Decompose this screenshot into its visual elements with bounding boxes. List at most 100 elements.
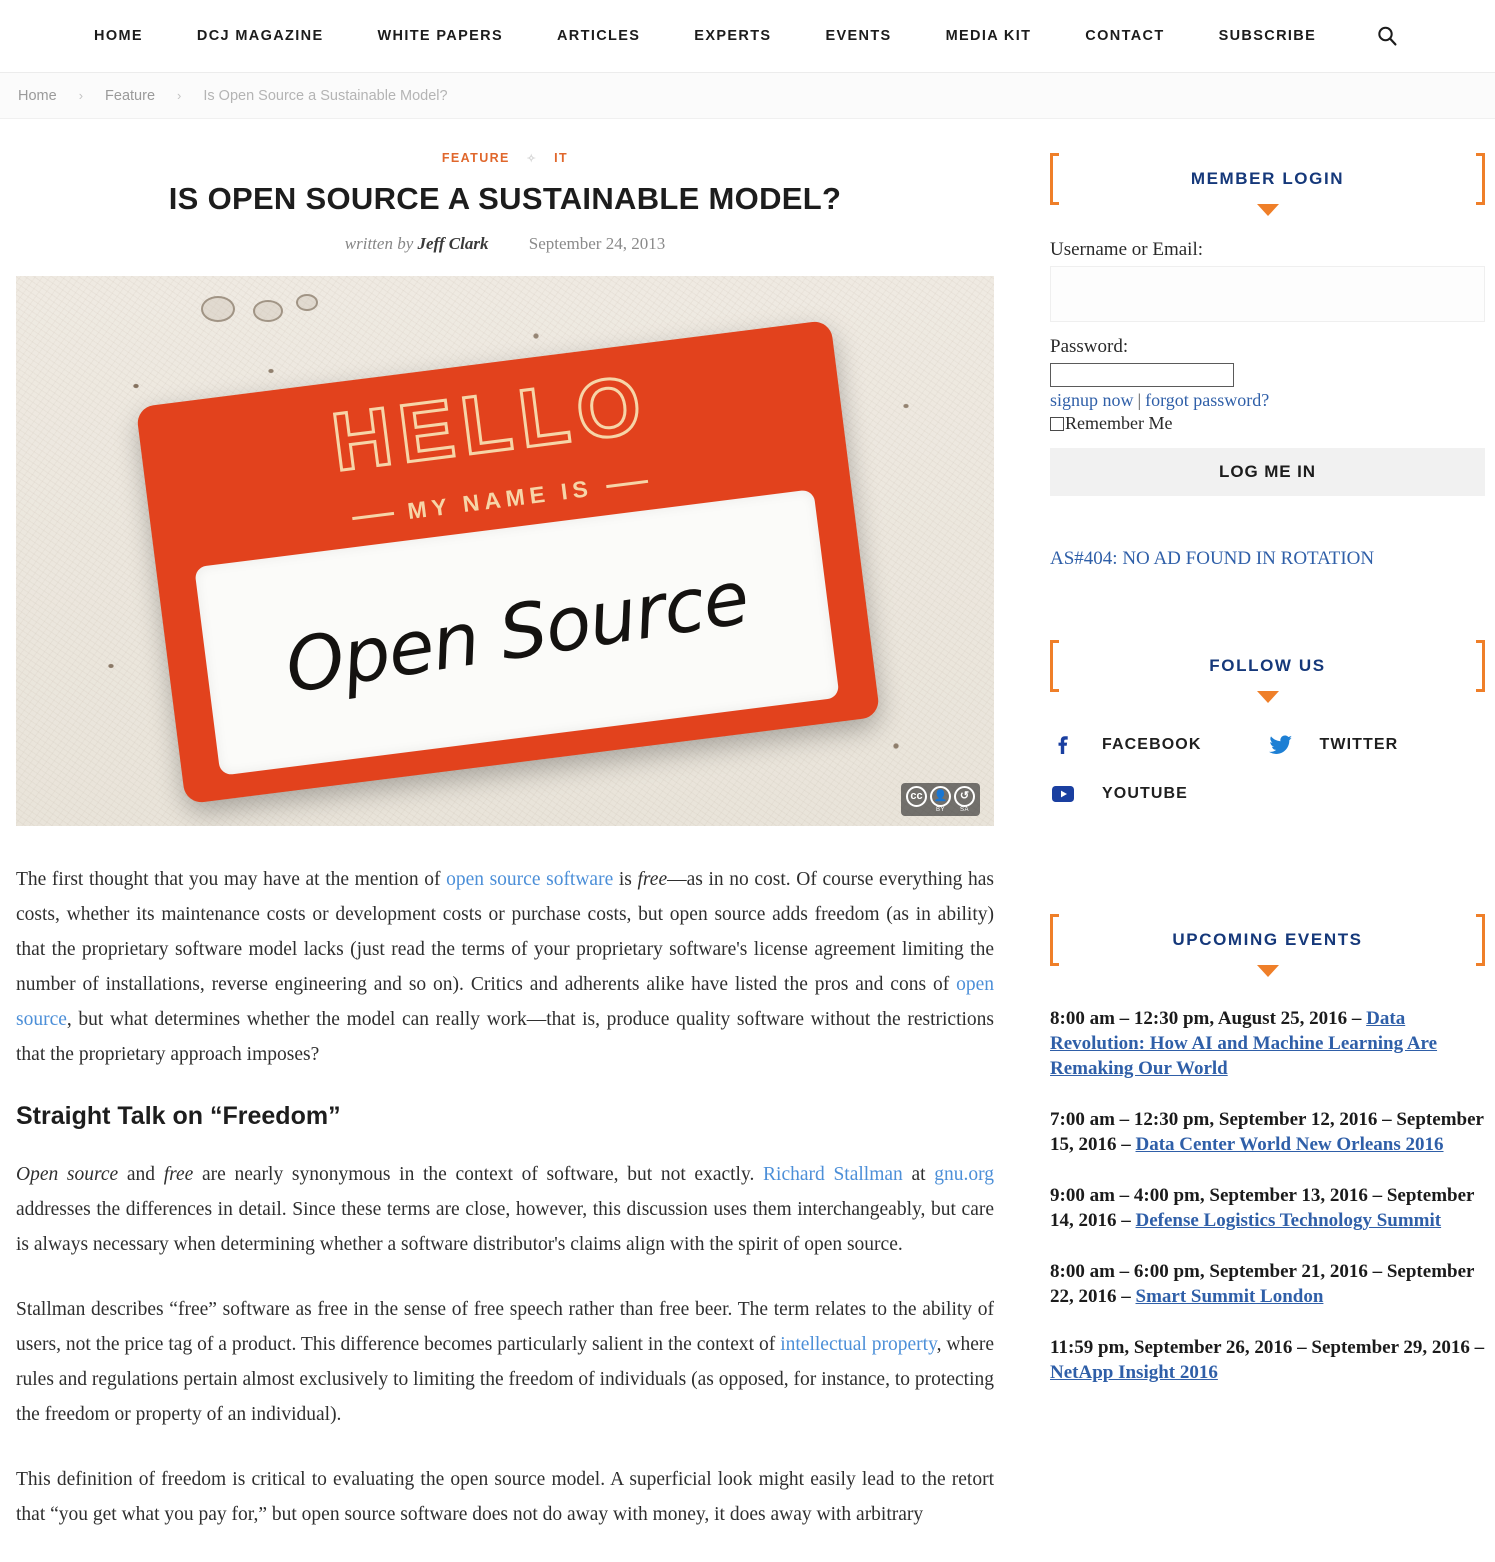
cc-by-label: BY	[935, 807, 945, 813]
nav-item-home[interactable]: HOME	[94, 28, 143, 44]
twitter-label: TWITTER	[1319, 736, 1399, 753]
p2-text-c: at	[902, 1164, 935, 1185]
category-it[interactable]: IT	[554, 151, 568, 165]
breadcrumb-feature[interactable]: Feature	[105, 88, 155, 104]
page-title: IS OPEN SOURCE A SUSTAINABLE MODEL?	[168, 181, 842, 216]
author-name[interactable]: Jeff Clark	[418, 234, 489, 253]
link-gnu-org[interactable]: gnu.org	[934, 1164, 994, 1185]
member-login-arrow-icon	[1256, 204, 1279, 216]
article-category-line: FEATURE ✧ IT	[16, 151, 994, 165]
list-item: 8:00 am – 6:00 pm, September 21, 2016 – …	[1050, 1259, 1485, 1309]
twitter-icon	[1268, 734, 1294, 756]
youtube-label: YOUTUBE	[1102, 785, 1188, 802]
nav-item-experts[interactable]: EXPERTS	[694, 28, 771, 44]
list-item: 11:59 pm, September 26, 2016 – September…	[1050, 1335, 1485, 1385]
event-5-when: 11:59 pm, September 26, 2016 – September…	[1050, 1337, 1485, 1358]
list-item: 9:00 am – 4:00 pm, September 13, 2016 – …	[1050, 1183, 1485, 1233]
p1-text-b: is	[613, 869, 638, 890]
link-richard-stallman[interactable]: Richard Stallman	[763, 1164, 903, 1185]
diamond-separator-icon: ✧	[526, 153, 538, 165]
nav-item-dcj-magazine[interactable]: DCJ MAGAZINE	[197, 28, 324, 44]
article-column: FEATURE ✧ IT IS OPEN SOURCE A SUSTAINABL…	[0, 119, 1010, 1562]
sidebar: MEMBER LOGIN Username or Email: Password…	[1010, 119, 1495, 1562]
follow-us-title: FOLLOW US	[1209, 656, 1326, 675]
member-login-heading-inner: MEMBER LOGIN	[1059, 153, 1476, 205]
article-hero-image: HELLO MY NAME IS Open Source cc . 👤 BY	[16, 276, 994, 826]
follow-us-heading-box: FOLLOW US	[1050, 640, 1485, 692]
social-link-youtube[interactable]: YOUTUBE	[1050, 784, 1268, 804]
nav-item-articles[interactable]: ARTICLES	[557, 28, 640, 44]
member-login-heading-box: MEMBER LOGIN	[1050, 153, 1485, 205]
breadcrumb-home[interactable]: Home	[18, 88, 57, 104]
log-me-in-button[interactable]: LOG ME IN	[1050, 448, 1485, 496]
section-heading-freedom: Straight Talk on “Freedom”	[16, 1102, 341, 1130]
social-link-facebook[interactable]: FACEBOOK	[1050, 734, 1268, 756]
list-item: 8:00 am – 12:30 pm, August 25, 2016 – Da…	[1050, 1006, 1485, 1081]
p1-text-d: , but what determines whether the model …	[16, 1009, 994, 1065]
nav-item-contact[interactable]: CONTACT	[1085, 28, 1164, 44]
sticker-rule-right	[606, 479, 649, 489]
username-label: Username or Email:	[1050, 239, 1204, 260]
widget-upcoming-events: UPCOMING EVENTS 8:00 am – 12:30 pm, Augu…	[1050, 914, 1485, 1385]
paragraph-1: The first thought that you may have at t…	[16, 862, 994, 1072]
remember-me-label: Remember Me	[1065, 413, 1173, 433]
article-body: The first thought that you may have at t…	[16, 862, 994, 1532]
list-item: 7:00 am – 12:30 pm, September 12, 2016 –…	[1050, 1107, 1485, 1157]
p2-em-open-source: Open source	[16, 1164, 119, 1185]
top-navigation-bar: HOME DCJ MAGAZINE WHITE PAPERS ARTICLES …	[0, 0, 1495, 73]
widget-member-login: MEMBER LOGIN Username or Email: Password…	[1050, 153, 1485, 496]
remember-me-checkbox[interactable]	[1050, 416, 1064, 431]
nav-item-events[interactable]: EVENTS	[825, 28, 891, 44]
cc-sa-label: SA	[959, 807, 969, 813]
follow-us-arrow-icon	[1256, 691, 1279, 703]
written-by-label: written by	[344, 234, 414, 253]
youtube-icon	[1050, 784, 1076, 804]
username-input[interactable]	[1050, 266, 1485, 322]
breadcrumb-separator-icon-2: ›	[177, 88, 182, 103]
ad-rotation-notice[interactable]: AS#404: NO AD FOUND IN ROTATION	[1050, 548, 1485, 570]
widget-follow-us: FOLLOW US FACEBOOK TWITTER YOUTUBE	[1050, 640, 1485, 804]
creative-commons-badge: cc . 👤 BY ↺ SA	[901, 783, 980, 816]
facebook-icon	[1050, 734, 1076, 756]
p2-text-a: and	[118, 1164, 164, 1185]
sticker-rule-left	[351, 511, 395, 521]
sticker-myname-text: MY NAME IS	[406, 474, 595, 525]
search-icon	[1378, 26, 1397, 46]
nav-item-white-papers[interactable]: WHITE PAPERS	[377, 28, 503, 44]
events-list: 8:00 am – 12:30 pm, August 25, 2016 – Da…	[1050, 1006, 1485, 1385]
paragraph-2: Open source and free are nearly synonymo…	[16, 1157, 994, 1262]
paragraph-3: Stallman describes “free” software as fr…	[16, 1292, 994, 1432]
event-5-link[interactable]: NetApp Insight 2016	[1050, 1362, 1218, 1383]
upcoming-events-title: UPCOMING EVENTS	[1172, 930, 1363, 949]
search-button[interactable]	[1376, 25, 1398, 47]
cc-by-icon: 👤	[930, 786, 951, 807]
password-label: Password:	[1050, 336, 1129, 357]
forgot-password-link[interactable]: forgot password?	[1145, 390, 1269, 410]
signup-now-link[interactable]: signup now	[1050, 390, 1134, 410]
link-open-source-software[interactable]: open source software	[446, 869, 613, 890]
event-4-link[interactable]: Smart Summit London	[1136, 1286, 1324, 1307]
breadcrumb-separator-icon: ›	[78, 88, 84, 103]
event-3-link[interactable]: Defense Logistics Technology Summit	[1136, 1210, 1442, 1231]
publish-date: September 24, 2013	[528, 234, 666, 253]
byline: written by Jeff Clark September 24, 2013	[16, 234, 994, 254]
link-divider: |	[1137, 390, 1142, 410]
remember-me-row[interactable]: Remember Me	[1050, 413, 1485, 434]
social-link-twitter[interactable]: TWITTER	[1268, 734, 1486, 756]
p2-text-b: are nearly synonymous in the context of …	[193, 1164, 764, 1185]
p2-text-d: addresses the differences in detail. Sin…	[16, 1199, 994, 1255]
event-2-link[interactable]: Data Center World New Orleans 2016	[1136, 1134, 1444, 1155]
event-1-when: 8:00 am – 12:30 pm, August 25, 2016 –	[1050, 1008, 1367, 1029]
follow-us-heading-inner: FOLLOW US	[1059, 640, 1476, 692]
nav-item-subscribe[interactable]: SUBSCRIBE	[1219, 28, 1317, 44]
member-login-title: MEMBER LOGIN	[1190, 169, 1345, 188]
login-form: Username or Email: Password: signup now |…	[1050, 217, 1485, 496]
category-feature[interactable]: FEATURE	[442, 151, 510, 165]
page-layout: FEATURE ✧ IT IS OPEN SOURCE A SUSTAINABL…	[0, 119, 1495, 1562]
social-links-grid: FACEBOOK TWITTER YOUTUBE	[1050, 734, 1485, 804]
upcoming-events-heading-box: UPCOMING EVENTS	[1050, 914, 1485, 966]
nav-item-media-kit[interactable]: MEDIA KIT	[946, 28, 1032, 44]
link-intellectual-property[interactable]: intellectual property	[780, 1334, 936, 1355]
upcoming-events-heading-inner: UPCOMING EVENTS	[1059, 914, 1476, 966]
password-input[interactable]	[1050, 363, 1234, 387]
